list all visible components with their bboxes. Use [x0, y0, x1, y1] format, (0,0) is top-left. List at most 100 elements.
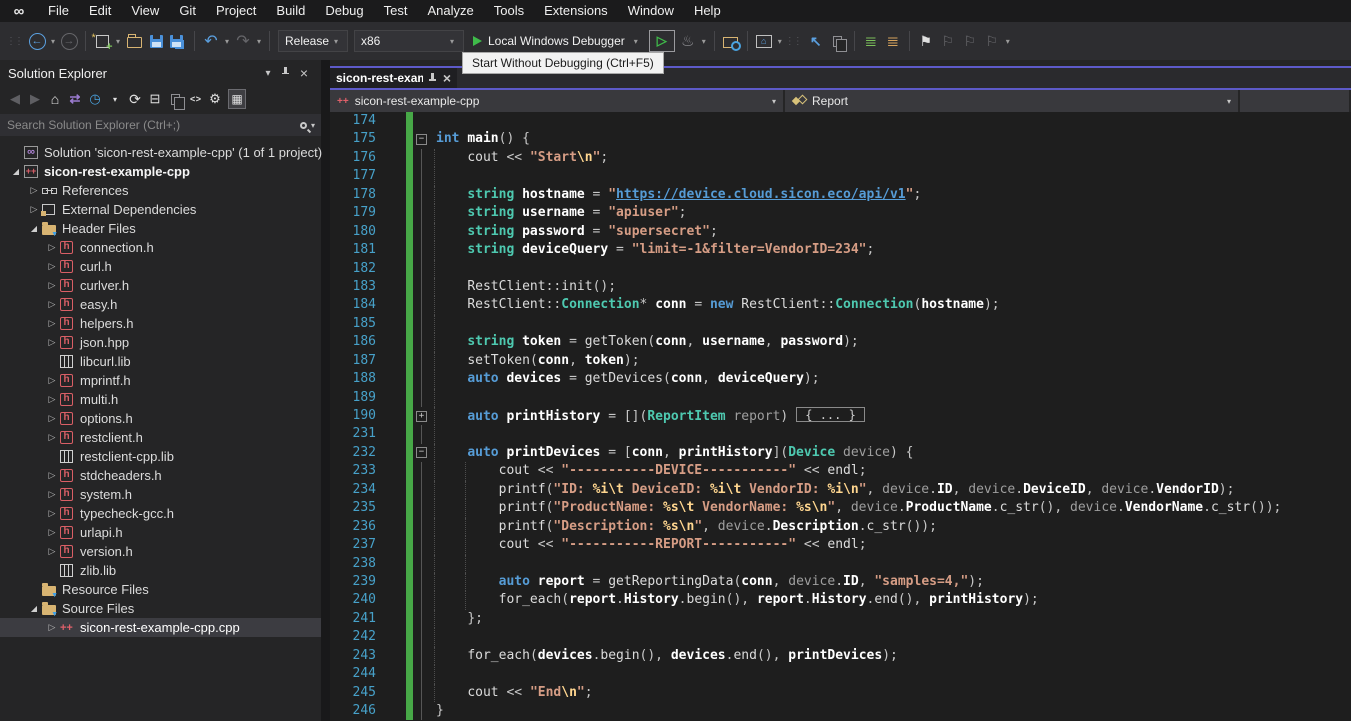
- collapsed-arrow-icon[interactable]: ▷: [44, 527, 60, 538]
- redo-button[interactable]: [233, 29, 253, 53]
- menu-project[interactable]: Project: [206, 0, 266, 22]
- code-line[interactable]: 232− auto printDevices = [conn, printHis…: [330, 444, 1351, 462]
- code-line[interactable]: 184 RestClient::Connection* conn = new R…: [330, 296, 1351, 314]
- code-line[interactable]: 182: [330, 260, 1351, 278]
- fold-expand-button[interactable]: +: [416, 411, 427, 422]
- code-line[interactable]: 178 string hostname = "https://device.cl…: [330, 186, 1351, 204]
- tree-item[interactable]: ▷hcurl.h: [0, 257, 321, 276]
- menu-file[interactable]: File: [38, 0, 79, 22]
- code-line[interactable]: 187 setToken(conn, token);: [330, 352, 1351, 370]
- explorer-forward-button[interactable]: ▶: [26, 89, 44, 109]
- tree-item[interactable]: ∞Solution 'sicon-rest-example-cpp' (1 of…: [0, 143, 321, 162]
- save-all-button[interactable]: [168, 29, 188, 53]
- menu-tools[interactable]: Tools: [484, 0, 534, 22]
- preview-code-button[interactable]: [166, 89, 184, 109]
- collapsed-arrow-icon[interactable]: ▷: [44, 508, 60, 519]
- member-scope-combo[interactable]: [1240, 90, 1351, 112]
- tree-item[interactable]: ▷hhelpers.h: [0, 314, 321, 333]
- pending-changes-filter-button[interactable]: [86, 89, 104, 109]
- code-line[interactable]: 242: [330, 628, 1351, 646]
- code-line[interactable]: 236 printf("Description: %s\n", device.D…: [330, 518, 1351, 536]
- tree-item[interactable]: ▷hcurlver.h: [0, 276, 321, 295]
- tree-item[interactable]: ▷htypecheck-gcc.h: [0, 504, 321, 523]
- save-button[interactable]: [146, 29, 166, 53]
- properties-button[interactable]: [206, 89, 224, 109]
- explorer-home-button[interactable]: [46, 89, 64, 109]
- collapsed-arrow-icon[interactable]: ▷: [44, 622, 60, 633]
- fold-collapse-button[interactable]: −: [416, 134, 427, 145]
- pin-panel-button[interactable]: [277, 67, 295, 80]
- tree-item[interactable]: ▷hstdcheaders.h: [0, 466, 321, 485]
- panel-splitter[interactable]: [321, 60, 330, 721]
- code-line[interactable]: 233 cout << "-----------DEVICE----------…: [330, 462, 1351, 480]
- tree-item[interactable]: zlib.lib: [0, 561, 321, 580]
- tree-item[interactable]: ▷hjson.hpp: [0, 333, 321, 352]
- code-line[interactable]: 234 printf("ID: %i\t DeviceID: %i\t Vend…: [330, 481, 1351, 499]
- toolbar-drag-handle[interactable]: [6, 36, 22, 47]
- tree-item[interactable]: ◢++sicon-rest-example-cpp: [0, 162, 321, 181]
- collapsed-arrow-icon[interactable]: ▷: [26, 204, 42, 215]
- tree-item[interactable]: ▷hrestclient.h: [0, 428, 321, 447]
- collapsed-arrow-icon[interactable]: ▷: [44, 489, 60, 500]
- start-debugging-button[interactable]: Local Windows Debugger: [467, 29, 647, 53]
- tree-item[interactable]: libcurl.lib: [0, 352, 321, 371]
- show-all-files-button[interactable]: [228, 89, 246, 109]
- code-line[interactable]: 246}: [330, 702, 1351, 720]
- menu-edit[interactable]: Edit: [79, 0, 121, 22]
- menu-window[interactable]: Window: [618, 0, 684, 22]
- code-line[interactable]: 174: [330, 112, 1351, 130]
- uncomment-lines-button[interactable]: [883, 29, 903, 53]
- code-line[interactable]: 237 cout << "-----------REPORT----------…: [330, 536, 1351, 554]
- code-line[interactable]: 185: [330, 315, 1351, 333]
- collapsed-arrow-icon[interactable]: ▷: [44, 394, 60, 405]
- search-options-caret-icon[interactable]: [311, 121, 315, 130]
- code-line[interactable]: 240 for_each(report.History.begin(), rep…: [330, 591, 1351, 609]
- menu-build[interactable]: Build: [266, 0, 315, 22]
- open-file-button[interactable]: [124, 29, 144, 53]
- document-tab[interactable]: sicon-rest-example-cpp.cpp: [330, 68, 457, 88]
- view-code-button[interactable]: [186, 89, 204, 109]
- tree-item[interactable]: Resource Files: [0, 580, 321, 599]
- code-line[interactable]: 183 RestClient::init();: [330, 278, 1351, 296]
- code-area[interactable]: 174175−int main() {176 cout << "Start\n"…: [330, 112, 1351, 721]
- solution-explorer-search-box[interactable]: Search Solution Explorer (Ctrl+;): [0, 114, 321, 136]
- collapsed-arrow-icon[interactable]: ▷: [44, 242, 60, 253]
- next-bookmark-button[interactable]: [960, 29, 980, 53]
- tree-item[interactable]: ▷heasy.h: [0, 295, 321, 314]
- tree-item[interactable]: ▷hsystem.h: [0, 485, 321, 504]
- collapsed-arrow-icon[interactable]: ▷: [44, 375, 60, 386]
- collapsed-arrow-icon[interactable]: ▷: [44, 261, 60, 272]
- expanded-arrow-icon[interactable]: ◢: [26, 224, 42, 233]
- redo-dropdown[interactable]: [254, 37, 264, 46]
- code-line[interactable]: 245 cout << "End\n";: [330, 684, 1351, 702]
- navigate-forward-button[interactable]: [59, 29, 79, 53]
- preview-selected-items-button[interactable]: [828, 29, 848, 53]
- navigate-backward-button[interactable]: [27, 29, 47, 53]
- close-panel-button[interactable]: [295, 65, 313, 81]
- code-line[interactable]: 238: [330, 555, 1351, 573]
- bookmarks-dropdown[interactable]: [1003, 37, 1013, 46]
- toolbar-drag-handle[interactable]: [785, 36, 801, 47]
- explorer-back-button[interactable]: ◀: [6, 89, 24, 109]
- panel-options-caret-icon[interactable]: [259, 68, 277, 79]
- tree-item[interactable]: ▷hurlapi.h: [0, 523, 321, 542]
- comment-lines-button[interactable]: [861, 29, 881, 53]
- code-line[interactable]: 235 printf("ProductName: %s\t VendorName…: [330, 499, 1351, 517]
- code-line[interactable]: 181 string deviceQuery = "limit=-1&filte…: [330, 241, 1351, 259]
- switch-views-button[interactable]: [66, 89, 84, 109]
- code-line[interactable]: 244: [330, 665, 1351, 683]
- collapsed-arrow-icon[interactable]: ▷: [44, 280, 60, 291]
- solution-explorer-header[interactable]: Solution Explorer: [0, 60, 321, 86]
- code-line[interactable]: 186 string token = getToken(conn, userna…: [330, 333, 1351, 351]
- expanded-arrow-icon[interactable]: ◢: [8, 167, 24, 176]
- tree-item[interactable]: ◢Header Files: [0, 219, 321, 238]
- new-project-button[interactable]: [92, 29, 112, 53]
- go-to-current-line-button[interactable]: [806, 29, 826, 53]
- hot-reload-button[interactable]: [678, 29, 698, 53]
- toggle-bookmark-button[interactable]: [916, 29, 936, 53]
- refresh-button[interactable]: [126, 89, 144, 109]
- tree-item[interactable]: ▷++sicon-rest-example-cpp.cpp: [0, 618, 321, 637]
- collapsed-arrow-icon[interactable]: ▷: [44, 432, 60, 443]
- fold-collapse-button[interactable]: −: [416, 447, 427, 458]
- start-without-debugging-button[interactable]: [649, 30, 675, 52]
